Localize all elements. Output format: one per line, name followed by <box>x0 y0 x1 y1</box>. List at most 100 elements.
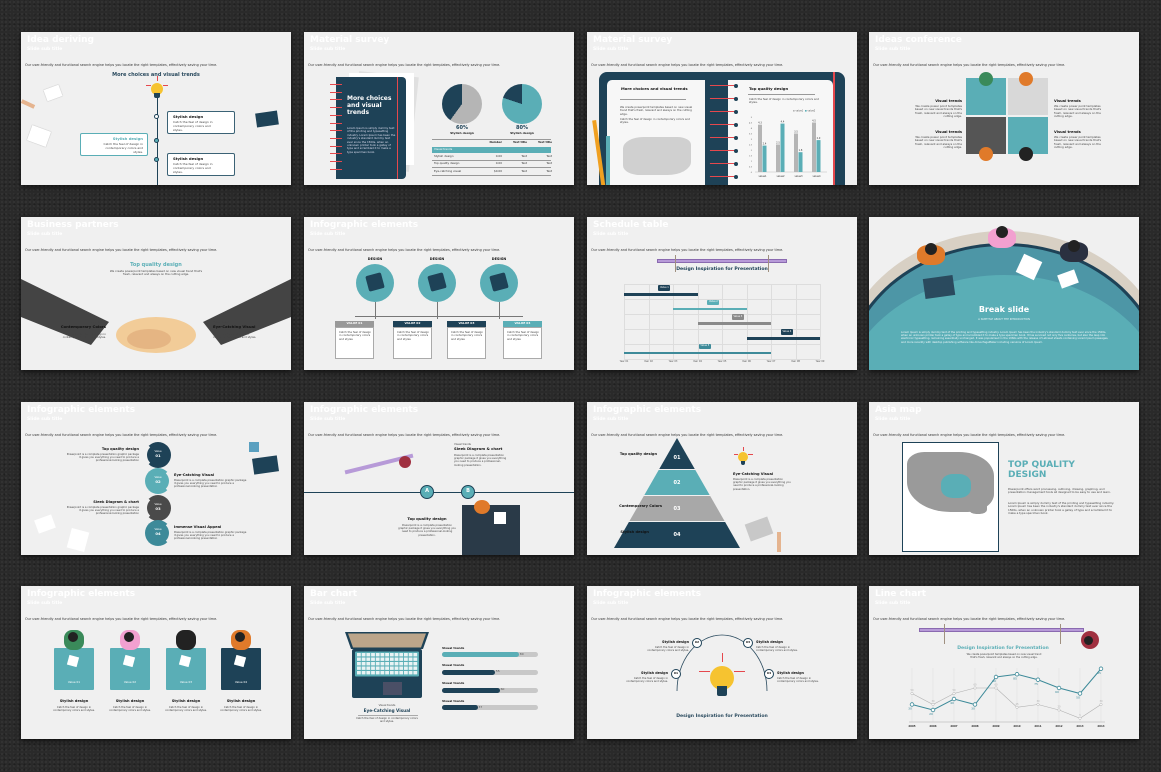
slide-thumbnail[interactable]: Infographic elements Slide sub title Our u… <box>587 402 857 555</box>
person-head <box>235 632 245 642</box>
key <box>375 657 380 661</box>
slide-subtitle: Slide sub title <box>875 47 911 52</box>
slide-thumbnail[interactable]: Infographic elements Slide sub title Our u… <box>21 586 291 739</box>
key <box>404 671 408 675</box>
x-tick-label: 2009 <box>992 724 999 728</box>
step-title: Stylish design <box>662 640 689 644</box>
key <box>375 671 380 675</box>
light-ray <box>721 652 723 663</box>
tile-title: Stylish design <box>115 699 145 703</box>
slide-description: Our user-friendly and functional search … <box>25 63 218 67</box>
top-text: Powerpoint is a complete presentation gr… <box>454 454 507 467</box>
item-title: Visual trends <box>935 130 962 134</box>
slide-subtitle: Slide sub title <box>310 232 346 237</box>
item-text: Powerpoint is a complete presentation gr… <box>174 479 247 489</box>
notebook-ring <box>330 91 342 93</box>
slide-thumbnail[interactable]: Break slide A SUBTITLE ABOUT THE INTRODUC… <box>869 217 1139 370</box>
slide-thumbnail[interactable]: Material survey Slide sub title Our user-f… <box>587 32 857 185</box>
documents-illustration <box>43 84 63 102</box>
slide-description: Our user-friendly and functional search … <box>873 433 1066 437</box>
key <box>371 666 375 670</box>
person-head <box>124 632 134 642</box>
tile-text: Catch the feel of design in contemporary… <box>109 706 151 713</box>
level-number: 04 <box>673 532 681 538</box>
lightbulb-base <box>716 686 728 696</box>
slide-thumbnail[interactable]: Schedule table Slide sub title Our user-fr… <box>587 217 857 370</box>
bar-chart: value1 value2 0 0.5 1 1.5 2 2.5 3 3.5 4 4.5 5 4.3 2.4 v… <box>749 110 827 178</box>
key <box>399 653 404 657</box>
x-tick-label: value4 <box>812 175 821 178</box>
slide-description: Our user-friendly and functional search … <box>308 248 501 252</box>
break-text: Lorem Ipsum is simply dummy text of the … <box>901 331 1109 344</box>
level-number: 03 <box>673 505 681 512</box>
key <box>380 666 385 670</box>
data-point <box>973 686 977 690</box>
key <box>371 662 375 666</box>
item-title: Sleek Diagram & chart <box>93 500 139 504</box>
table-cell: 0.00 <box>495 161 502 166</box>
slide-thumbnail[interactable]: Idea deriving Slide sub title Our user-fri… <box>21 32 291 185</box>
bar-value-label: 4.3 <box>758 122 762 125</box>
bar-value-label: 1.8 <box>799 149 803 152</box>
slide-description: Our user-friendly and functional search … <box>308 63 501 67</box>
key <box>366 657 371 661</box>
key <box>394 662 399 666</box>
bar-fill <box>442 687 500 693</box>
key <box>399 666 404 670</box>
slide-title: Infographic elements <box>310 220 419 230</box>
legend-label: value2 <box>808 110 816 113</box>
tile-text: Catch the feel of design in contemporary… <box>220 706 262 713</box>
key <box>371 653 375 657</box>
tile-text: Catch the feel of design in contemporary… <box>165 706 207 713</box>
slide-thumbnail[interactable]: Asia map Slide sub title Our user-friendly… <box>869 402 1139 555</box>
schedule-heading: Design Inspiration for Presentation <box>676 267 768 272</box>
step-text: Catch the feel of design in contemporary… <box>777 677 819 684</box>
key <box>375 666 380 670</box>
key <box>389 671 394 675</box>
person-head <box>1068 240 1080 252</box>
paper-illustration <box>26 125 52 147</box>
pie-chart <box>442 84 482 124</box>
key <box>408 662 413 666</box>
slide-thumbnail[interactable]: Infographic elements Slide sub title Our u… <box>304 402 574 555</box>
slide-thumbnail[interactable]: Bar chart Slide sub title Our user-friendl… <box>304 586 574 739</box>
table-cell: Text <box>546 161 552 166</box>
slide-thumbnail[interactable]: Business partners Slide sub title Our user… <box>21 217 291 370</box>
table-cell: Text <box>546 154 552 158</box>
slide-thumbnail[interactable]: Line chart Slide sub title Our user-friend… <box>869 586 1139 739</box>
slide-thumbnail[interactable]: Infographic elements Slide sub title Our u… <box>21 402 291 555</box>
year-label: Year 08 <box>791 360 800 363</box>
table-cell: $0.00 <box>493 168 502 173</box>
slide-thumbnail[interactable]: Material survey Slide sub title Our user-f… <box>304 32 574 185</box>
timeline-node <box>154 156 159 162</box>
key <box>361 671 366 675</box>
step-number: 04 <box>766 670 772 675</box>
slide-description: Our user-friendly and functional search … <box>591 248 784 252</box>
key <box>394 657 399 661</box>
callout-text: Catch the feel of design in contemporary… <box>173 120 213 132</box>
key <box>357 653 361 657</box>
data-label: 85 <box>1013 676 1017 680</box>
slide-subtitle: Slide sub title <box>310 417 346 422</box>
slide-description: Our user-friendly and functional search … <box>25 433 218 437</box>
year-label: Year 04 <box>693 360 702 363</box>
bar-category-label: Visual trends <box>442 681 465 686</box>
data-label: 30 <box>971 707 975 711</box>
diagram-heading: Design Inspiration for Presentation <box>676 714 768 719</box>
notebook-bookmark <box>397 77 399 179</box>
year-label: Year 06 <box>742 360 751 363</box>
item-title: Top quality design <box>101 447 139 451</box>
year-label: Year 09 <box>815 360 825 363</box>
light-ray <box>748 454 753 455</box>
bottom-title: Top quality design <box>407 516 447 521</box>
tile-title: Stylish design <box>59 699 89 703</box>
slide-thumbnail[interactable]: Ideas conference Slide sub title Our user-… <box>869 32 1139 185</box>
key <box>366 662 371 666</box>
slide-thumbnail[interactable]: Infographic elements Slide sub title Our u… <box>587 586 857 739</box>
value-text: Catch the feel of design in contemporary… <box>397 330 430 341</box>
slide-thumbnail[interactable]: Infographic elements Slide sub title Our u… <box>304 217 574 370</box>
papers-illustration <box>34 514 56 534</box>
person-illustration <box>399 456 411 468</box>
value-label: VALUE 04 <box>514 320 531 325</box>
tile-title: Stylish design <box>171 699 201 703</box>
